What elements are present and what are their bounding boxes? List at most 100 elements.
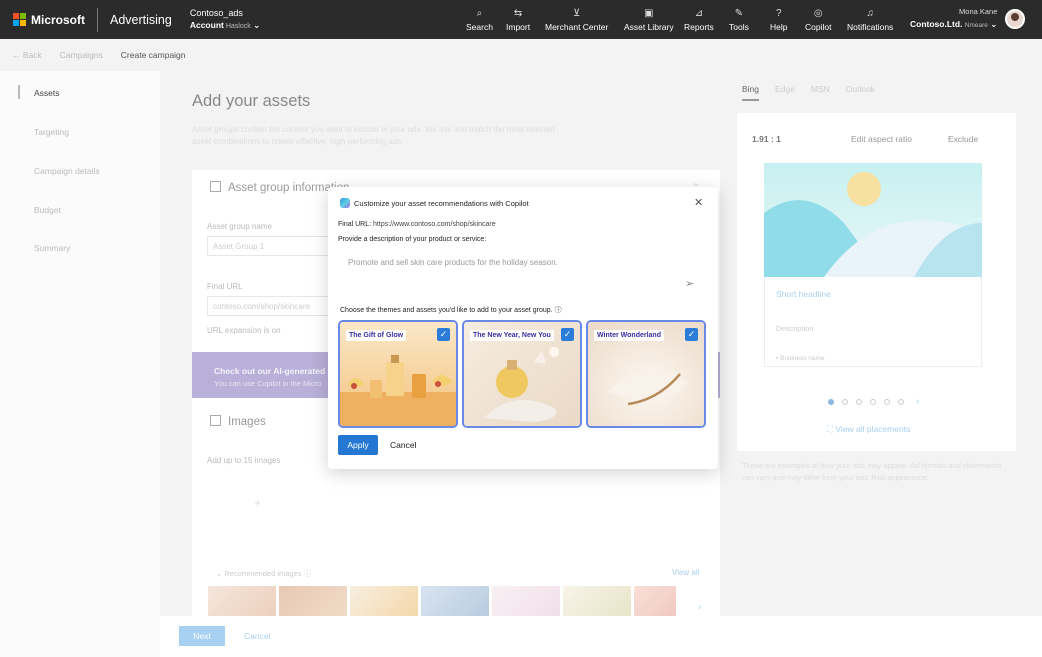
carousel-dot[interactable] (884, 398, 890, 405)
step-targeting[interactable]: Targeting (34, 127, 69, 137)
description-prompt-label: Provide a description of your product or… (338, 236, 487, 243)
nav-reports[interactable]: ⊿ Reports (684, 0, 714, 39)
close-icon[interactable]: ✕ (694, 196, 703, 209)
recommended-image[interactable] (492, 586, 560, 618)
view-all-placements-link[interactable]: ⛶ View all placements (827, 424, 910, 435)
group-name-label: Asset group name (207, 222, 272, 231)
theme-winter-wonderland[interactable]: Winter Wonderland ✓ (586, 320, 706, 428)
chart-icon: ⊿ (694, 7, 704, 19)
recommended-image[interactable] (350, 586, 418, 618)
carousel-dot[interactable] (856, 398, 862, 405)
nav-asset-library-label: Asset Library (624, 21, 674, 32)
account-name: Contoso_ads (189, 7, 243, 18)
search-icon: ⌕ (476, 7, 483, 19)
recommended-image[interactable] (421, 586, 489, 618)
chevron-right-icon[interactable]: › (698, 602, 701, 613)
carousel-dot[interactable] (828, 398, 834, 405)
theme-checkbox[interactable]: ✓ (437, 328, 450, 341)
images-header-label: Images (228, 416, 266, 428)
send-icon[interactable]: ➢ (685, 277, 694, 290)
ai-banner-subtitle: You can use Copilot in the Micro (214, 379, 322, 388)
form-icon (210, 181, 221, 192)
account-label: Account (189, 19, 224, 30)
cart-icon: ⊻ (572, 7, 581, 19)
recommended-image[interactable] (279, 586, 347, 618)
edit-aspect-ratio-button[interactable]: Edit aspect ratio (851, 134, 912, 144)
tab-bing[interactable]: Bing (742, 84, 760, 101)
tab-outlook[interactable]: Outlook (846, 84, 875, 101)
image-icon (210, 415, 221, 426)
arrow-left-icon: ← (12, 50, 21, 60)
org-suffix: Nmeare (964, 22, 988, 29)
nav-copilot[interactable]: ◎ Copilot (805, 0, 831, 39)
chevron-right-icon[interactable]: › (916, 396, 919, 407)
step-campaign-details[interactable]: Campaign details (34, 166, 100, 176)
view-all-link[interactable]: View all (672, 568, 699, 577)
images-header[interactable]: Images (210, 415, 266, 428)
apply-button[interactable]: Apply (338, 435, 378, 455)
nav-merchant-center[interactable]: ⊻ Merchant Center (545, 0, 608, 39)
theme-gift-of-glow[interactable]: The Gift of Glow ✓ (338, 320, 458, 428)
exclude-button[interactable]: Exclude (948, 134, 978, 144)
org-line: Contoso.Ltd. Nmeare ⌄ (910, 18, 997, 32)
step-summary[interactable]: Summary (34, 243, 70, 253)
step-budget[interactable]: Budget (34, 205, 61, 215)
nav-copilot-label: Copilot (805, 21, 832, 32)
back-link[interactable]: ← Back (12, 50, 42, 60)
library-icon: ▣ (644, 7, 654, 19)
business-icon: ▪ (776, 355, 779, 362)
footer-cancel-button[interactable]: Cancel (244, 631, 270, 641)
nav-asset-library[interactable]: ▣ Asset Library (624, 0, 674, 39)
nav-tools-label: Tools (729, 21, 749, 32)
org-name: Contoso.Ltd. (910, 19, 963, 29)
tab-edge[interactable]: Edge (775, 84, 795, 101)
account-switcher[interactable]: Contoso_ads Account Haslock ⌄ (190, 7, 260, 33)
nav-import[interactable]: ⇆ Import (506, 0, 530, 39)
ad-preview-card: 1.91 : 1 Edit aspect ratio Exclude Short… (737, 113, 1016, 451)
carousel-dot[interactable] (898, 398, 904, 405)
carousel-dot[interactable] (842, 398, 848, 405)
recommended-image[interactable] (563, 586, 631, 618)
copilot-customize-dialog: Customize your asset recommendations wit… (328, 187, 718, 469)
page-description: Asset groups contain the content you wan… (192, 125, 555, 146)
microsoft-logo[interactable]: Microsoft (13, 13, 85, 27)
brand-name: Microsoft (31, 12, 85, 27)
recommended-images-header[interactable]: ⌄ Recommended images ⓘ (216, 568, 311, 579)
theme-checkbox[interactable]: ✓ (685, 328, 698, 341)
top-bar: Microsoft Advertising Contoso_ads Accoun… (0, 0, 1042, 39)
info-icon: ⓘ (554, 307, 562, 314)
nav-tools[interactable]: ✎ Tools (729, 0, 749, 39)
recommended-image[interactable] (208, 586, 276, 618)
carousel-dot[interactable] (870, 398, 876, 405)
preview-image (764, 163, 982, 277)
help-icon: ? (775, 7, 782, 19)
description-input[interactable]: Promote and sell skin care products for … (338, 250, 708, 294)
topbar-divider (97, 7, 98, 32)
expand-icon: ⛶ (827, 424, 833, 434)
nav-notifications[interactable]: ♫ Notifications (847, 0, 893, 39)
nav-help[interactable]: ? Help (770, 0, 787, 39)
chevron-down-icon: ⌄ (216, 569, 223, 578)
breadcrumb-current: Create campaign (120, 50, 186, 60)
user-menu[interactable]: Mona Kane Contoso.Ltd. Nmeare ⌄ (910, 6, 1026, 32)
bell-icon: ♫ (866, 7, 874, 19)
preview-disclaimer: These are examples of how your ads may a… (742, 461, 1002, 482)
recommended-image[interactable] (634, 586, 676, 618)
theme-options: The Gift of Glow ✓ The New Year, New You… (338, 320, 706, 428)
breadcrumb-campaigns[interactable]: Campaigns (60, 50, 103, 60)
next-button[interactable]: Next (179, 626, 225, 646)
nav-search[interactable]: ⌕ Search (466, 0, 493, 39)
step-assets[interactable]: Assets (34, 88, 60, 98)
nav-notifications-label: Notifications (847, 21, 894, 32)
add-image-plus-icon[interactable]: + (254, 496, 261, 510)
theme-new-year-new-you[interactable]: The New Year, New You ✓ (462, 320, 582, 428)
recommended-images-strip (208, 586, 676, 618)
choose-themes-text: Choose the themes and assets you'd like … (340, 307, 553, 314)
cancel-button[interactable]: Cancel (390, 440, 416, 450)
recommended-images-label: Recommended images (224, 569, 302, 578)
tab-msn[interactable]: MSN (811, 84, 830, 101)
business-name-label: Business name (780, 355, 825, 362)
theme-checkbox[interactable]: ✓ (561, 328, 574, 341)
nav-reports-label: Reports (684, 21, 714, 32)
avatar[interactable] (1005, 9, 1026, 29)
